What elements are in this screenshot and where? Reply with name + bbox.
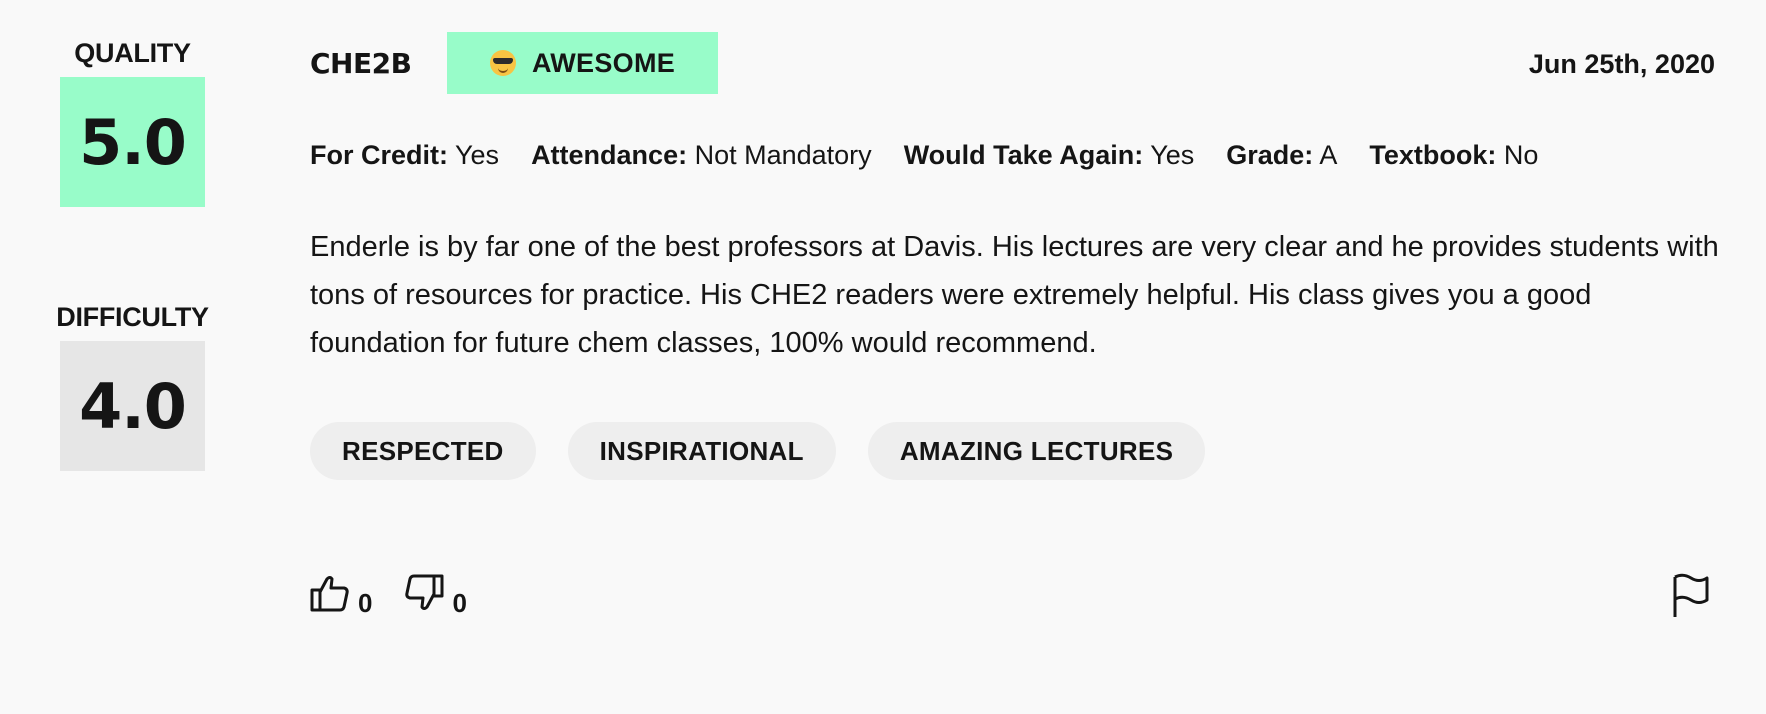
meta-item-for-credit: For Credit: Yes <box>310 140 499 171</box>
meta-item-attendance: Attendance: Not Mandatory <box>531 140 872 171</box>
quality-score: 5.0 <box>60 77 205 207</box>
quality-label: QUALITY <box>74 38 191 68</box>
rating-body: CHE2B AWESOME Jun 25th, 2020 For Credit:… <box>310 0 1719 480</box>
report-button[interactable] <box>1671 573 1711 624</box>
thumbs-down-count: 0 <box>452 588 467 618</box>
quality-rating: QUALITY 5.0 <box>50 0 215 207</box>
tag-respected: RESPECTED <box>310 422 536 480</box>
meta-value: Yes <box>1150 140 1195 170</box>
rating-header: CHE2B AWESOME Jun 25th, 2020 <box>310 0 1715 125</box>
rating-tags: RESPECTED INSPIRATIONAL AMAZING LECTURES <box>310 422 1715 480</box>
meta-value: Yes <box>455 140 500 170</box>
course-code: CHE2B <box>310 47 412 80</box>
meta-label: Attendance: <box>531 140 688 170</box>
meta-value: No <box>1503 140 1539 170</box>
rating-footer: 0 0 <box>310 573 1715 623</box>
helpful-votes: 0 0 <box>310 573 1715 618</box>
difficulty-score: 4.0 <box>60 341 205 471</box>
thumbs-up-count: 0 <box>358 588 373 618</box>
meta-item-would-take-again: Would Take Again: Yes <box>904 140 1195 171</box>
tag-amazing-lectures: AMAZING LECTURES <box>867 422 1206 480</box>
emotion-badge: AWESOME <box>447 32 718 94</box>
thumbs-up-icon <box>310 576 349 612</box>
rating-column: QUALITY 5.0 DIFFICULTY 4.0 <box>50 0 215 471</box>
thumbs-down-icon <box>405 574 444 610</box>
meta-item-grade: Grade: A <box>1226 140 1337 171</box>
meta-label: For Credit: <box>310 140 448 170</box>
difficulty-rating: DIFFICULTY 4.0 <box>50 302 215 471</box>
rating-date: Jun 25th, 2020 <box>1528 49 1715 79</box>
meta-item-textbook: Textbook: No <box>1369 140 1538 171</box>
thumbs-up-button[interactable]: 0 <box>310 573 372 618</box>
rating-comment: Enderle is by far one of the best profes… <box>310 231 1719 359</box>
meta-value: A <box>1319 140 1338 170</box>
emotion-label: AWESOME <box>531 47 676 78</box>
sunglasses-emoji-icon <box>489 50 516 76</box>
meta-label: Textbook: <box>1369 140 1497 170</box>
meta-info: For Credit: Yes Attendance: Not Mandator… <box>310 140 1715 171</box>
flag-icon <box>1673 573 1709 617</box>
tag-inspirational: INSPIRATIONAL <box>567 422 836 480</box>
meta-value: Not Mandatory <box>694 140 872 170</box>
meta-label: Grade: <box>1226 140 1314 170</box>
meta-label: Would Take Again: <box>903 140 1144 170</box>
thumbs-down-button[interactable]: 0 <box>404 573 467 618</box>
difficulty-label: DIFFICULTY <box>56 302 209 332</box>
